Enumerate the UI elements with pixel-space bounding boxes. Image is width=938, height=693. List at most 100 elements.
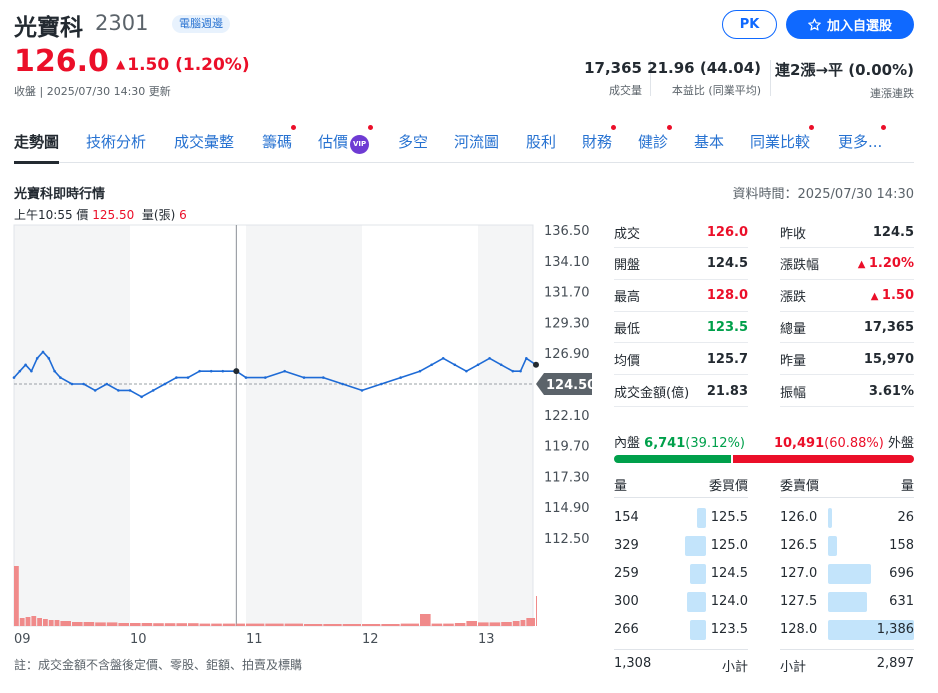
add-watchlist-button[interactable]: 加入自選股 xyxy=(786,10,914,39)
quote-row-left: 最低 123.5 xyxy=(614,312,748,344)
tab-chips[interactable]: 籌碼 xyxy=(262,125,297,152)
volume-bar xyxy=(265,623,284,626)
bid-volume: 300 xyxy=(614,594,639,609)
quote-value-text: 124.5 xyxy=(872,224,914,240)
tab-trend[interactable]: 走勢圖 xyxy=(14,131,60,164)
price-point xyxy=(47,357,51,360)
volume-bar xyxy=(489,622,501,626)
quote-row-right: 振幅 3.61% xyxy=(780,376,914,407)
tick-volume-label: 量(張) xyxy=(141,208,176,222)
tab-financial[interactable]: 財務 xyxy=(582,125,617,152)
volume-bar xyxy=(342,624,361,626)
tab-technical[interactable]: 技術分析 xyxy=(86,131,146,152)
tab-label: 技術分析 xyxy=(86,133,147,151)
price-point xyxy=(12,376,16,379)
stat-volume: 17,365 成交量 xyxy=(584,59,642,98)
pk-button[interactable]: PK xyxy=(722,10,777,39)
price-point xyxy=(209,369,213,373)
tab-label: 成交彙整 xyxy=(174,133,235,151)
price-point xyxy=(511,369,515,373)
quote-key: 昨量 xyxy=(780,353,807,369)
ask-price: 128.0 xyxy=(780,622,818,637)
hour-band xyxy=(246,225,362,626)
bid-volume-header: 量 xyxy=(614,479,628,494)
price-point xyxy=(175,376,178,379)
ask-total: 2,897 xyxy=(876,656,914,671)
volume-bar xyxy=(478,622,489,626)
tab-health[interactable]: 健診 xyxy=(638,125,673,152)
tab-dividend[interactable]: 股利 xyxy=(526,131,556,152)
divider xyxy=(780,497,914,498)
quote-value-text: 124.5 xyxy=(706,256,748,272)
quote-key: 成交 xyxy=(614,226,641,242)
industry-tag[interactable]: 電腦週邊 xyxy=(172,15,230,33)
quote-value-text: 1.50 xyxy=(881,288,914,304)
ask-price-header: 委賣價 xyxy=(780,479,820,494)
volume-bar xyxy=(199,623,211,626)
stock-name: 光寶科 xyxy=(14,15,83,41)
quote-value-text: 17,365 xyxy=(863,319,914,335)
ask-total-label: 小計 xyxy=(780,660,807,675)
tick-time: 上午10:55 xyxy=(14,208,73,222)
bid-price: 125.5 xyxy=(710,510,748,525)
bid-price: 124.0 xyxy=(710,594,748,609)
quote-row-left: 成交金額(億) 21.83 xyxy=(614,376,748,407)
quote-row-left: 開盤 124.5 xyxy=(614,249,748,280)
up-arrow-icon: ▲ xyxy=(116,57,126,71)
tick-volume: 6 xyxy=(179,208,187,222)
last-price-dot xyxy=(533,361,539,368)
footnote: 註：成交金額不含盤後定價、零股、鉅額、拍賣及標購 xyxy=(14,658,303,672)
tab-river[interactable]: 河流圖 xyxy=(454,131,499,152)
section-title: 光寶科即時行情 xyxy=(14,187,106,202)
tab-peer-compare[interactable]: 同業比較 xyxy=(750,125,815,152)
ask-price: 127.5 xyxy=(780,594,818,609)
price-point xyxy=(151,389,155,392)
inner-value: 6,741 xyxy=(644,436,686,451)
bid-volume: 259 xyxy=(614,566,639,581)
price-point xyxy=(24,363,27,367)
tab-valuation[interactable]: 估價 VIP xyxy=(318,125,374,154)
inner-outer-labels: 內盤 6,741(39.12%) 10,491(60.88%) 外盤 xyxy=(614,432,914,451)
price-point xyxy=(186,376,190,379)
ask-depth-bar xyxy=(828,508,832,528)
up-arrow-icon: ▲ xyxy=(870,291,882,303)
ask-volume: 696 xyxy=(889,566,914,581)
y-tick-label: 119.70 xyxy=(544,440,590,455)
y-tick-label: 129.30 xyxy=(544,316,590,331)
inner-label: 內盤 xyxy=(614,436,641,451)
quote-row-right: 漲跌 ▲ 1.50 xyxy=(780,281,914,312)
notification-dot xyxy=(667,125,673,130)
volume-bar xyxy=(72,622,83,626)
ask-volume: 631 xyxy=(889,594,914,609)
volume-bar xyxy=(520,620,526,626)
tab-label: 基本 xyxy=(694,133,725,151)
price-point xyxy=(399,376,402,379)
quote-key: 昨收 xyxy=(780,226,807,242)
quote-row-left: 成交 126.0 xyxy=(614,217,748,248)
notification-dot xyxy=(881,125,887,130)
tab-bull-bear[interactable]: 多空 xyxy=(398,131,428,152)
tab-basic[interactable]: 基本 xyxy=(694,131,724,152)
y-tick-label: 131.70 xyxy=(544,286,590,301)
outer-bar xyxy=(733,455,914,463)
quote-value-text: 3.61% xyxy=(868,383,914,399)
data-time: 資料時間：2025/07/30 14:30 xyxy=(732,187,914,202)
tab-label: 走勢圖 xyxy=(14,133,60,151)
volume-bar xyxy=(48,620,54,626)
price-point xyxy=(283,369,286,373)
volume-bar xyxy=(304,624,323,626)
tab-more[interactable]: 更多... xyxy=(838,125,887,152)
price-point xyxy=(221,369,225,373)
intraday-chart[interactable]: 136.50 134.10 131.70 129.30 126.90 124.50 122.… xyxy=(0,222,605,652)
divider xyxy=(780,649,914,650)
price-point xyxy=(264,376,267,379)
x-tick-label: 10 xyxy=(130,632,147,647)
volume-bar xyxy=(95,622,106,626)
price-point xyxy=(360,389,364,392)
ask-price: 127.0 xyxy=(780,566,818,581)
tab-trades[interactable]: 成交彙整 xyxy=(174,131,234,152)
quote-key: 漲跌 xyxy=(780,290,807,306)
quote-value: ▲ 1.20% xyxy=(858,256,914,271)
tab-label: 財務 xyxy=(582,133,613,151)
bid-price-header: 委買價 xyxy=(708,479,748,494)
